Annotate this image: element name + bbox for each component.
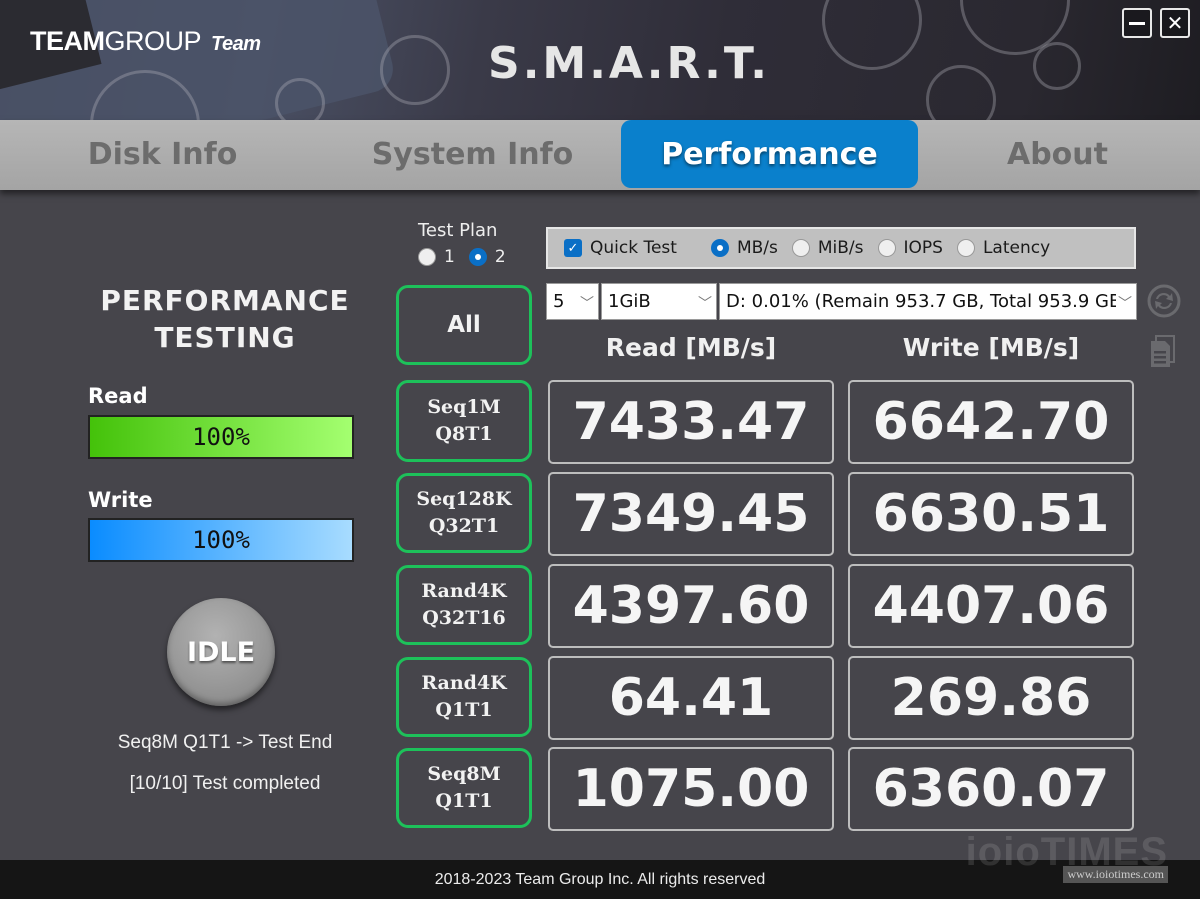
tab-bar: Disk Info System Info Performance About: [0, 120, 1200, 190]
gear-icon: [1033, 42, 1081, 90]
test-plan-option-2-label: 2: [494, 247, 506, 267]
test-queue: Q1T1: [435, 790, 493, 812]
chevron-down-icon: ﹀: [696, 293, 712, 313]
tab-system-info[interactable]: System Info: [345, 120, 600, 188]
unit-label-mibs: MiB/s: [817, 238, 864, 258]
read-result: 7349.45: [548, 472, 834, 556]
copyright-text: 2018-2023 Team Group Inc. All rights res…: [434, 870, 766, 888]
quick-test-checkbox[interactable]: ✓ Quick Test: [564, 238, 677, 258]
test-button-seq8m-q1t1[interactable]: Seq8M Q1T1: [396, 748, 532, 828]
chevron-down-icon: ﹀: [578, 293, 594, 313]
drive-select[interactable]: D: 0.01% (Remain 953.7 GB, Total 953.9 G…: [719, 283, 1137, 320]
tab-performance[interactable]: Performance: [621, 120, 918, 188]
unit-radio-iops[interactable]: IOPS: [877, 238, 943, 258]
test-button-seq128k-q32t1[interactable]: Seq128K Q32T1: [396, 473, 532, 553]
tab-about[interactable]: About: [960, 120, 1155, 188]
test-queue: Q32T16: [422, 607, 506, 629]
write-result: 4407.06: [848, 564, 1134, 648]
write-column-header: Write [MB/s]: [902, 333, 1080, 362]
unit-label-latency: Latency: [982, 238, 1051, 258]
test-name: Seq1M: [427, 396, 501, 418]
copy-document-icon: [1151, 335, 1175, 367]
quick-test-label: Quick Test: [590, 238, 677, 258]
test-name: Rand4K: [421, 672, 507, 694]
unit-radio-latency[interactable]: Latency: [956, 238, 1051, 258]
heading-line-1: PERFORMANCE: [100, 284, 350, 317]
test-button-seq1m-q8t1[interactable]: Seq1M Q8T1: [396, 380, 532, 462]
refresh-icon: [1147, 284, 1181, 318]
unit-radio-mbs[interactable]: MB/s: [710, 238, 778, 258]
minimize-icon: [1129, 21, 1145, 25]
test-plan-radio-2[interactable]: [468, 248, 487, 266]
write-progress-label: Write: [88, 488, 153, 512]
write-progress-text: 100%: [192, 526, 250, 554]
test-options-bar: ✓ Quick Test MB/s MiB/s IOPS Latency: [546, 227, 1136, 269]
radio-unselected-icon: [877, 239, 896, 257]
chart-icon: [822, 0, 922, 70]
status-progress: [10/10] Test completed: [129, 773, 321, 794]
read-progress-label: Read: [88, 384, 148, 408]
write-result: 6642.70: [848, 380, 1134, 464]
test-plan-radio-group: 1 2: [418, 247, 506, 267]
test-count-select[interactable]: 5 ﹀: [546, 283, 599, 320]
heading-line-2: TESTING: [154, 321, 296, 354]
test-count-value: 5: [553, 291, 565, 312]
gamepad-icon: [926, 65, 996, 120]
write-result: 269.86: [848, 656, 1134, 740]
read-result: 7433.47: [548, 380, 834, 464]
test-size-select[interactable]: 1GiB ﹀: [601, 283, 717, 320]
unit-label-iops: IOPS: [903, 238, 943, 258]
read-result: 4397.60: [548, 564, 834, 648]
test-name: Seq128K: [416, 488, 512, 510]
write-result: 6360.07: [848, 747, 1134, 831]
app-window: TEAMGROUP Team S.M.A.R.T. ✕ Disk Info Sys…: [0, 0, 1200, 899]
test-plan-option-1-label: 1: [444, 247, 455, 267]
logo-group-text: GROUP: [104, 26, 202, 56]
idle-start-button[interactable]: IDLE: [167, 598, 275, 706]
unit-label-mbs: MB/s: [736, 238, 778, 258]
test-size-value: 1GiB: [608, 291, 651, 312]
write-result: 6630.51: [848, 472, 1134, 556]
watermark-url: www.ioiotimes.com: [1063, 866, 1168, 883]
read-progress-bar: 100%: [88, 415, 354, 459]
drive-value: D: 0.01% (Remain 953.7 GB, Total 953.9 G…: [726, 291, 1129, 312]
test-queue: Q32T1: [428, 515, 500, 537]
test-button-rand4k-q1t1[interactable]: Rand4K Q1T1: [396, 657, 532, 737]
status-current-test: Seq8M Q1T1 -> Test End: [117, 732, 333, 753]
test-button-rand4k-q32t16[interactable]: Rand4K Q32T16: [396, 565, 532, 645]
close-icon: ✕: [1166, 11, 1184, 35]
refresh-button[interactable]: [1147, 284, 1181, 322]
write-progress-bar: 100%: [88, 518, 354, 562]
read-result: 64.41: [548, 656, 834, 740]
read-column-header: Read [MB/s]: [605, 333, 777, 362]
header-banner: TEAMGROUP Team S.M.A.R.T. ✕: [0, 0, 1200, 120]
app-title: S.M.A.R.T.: [488, 38, 770, 89]
run-all-button[interactable]: All: [396, 285, 532, 365]
folder-icon: [275, 78, 325, 120]
radio-unselected-icon: [791, 239, 810, 257]
test-name: Rand4K: [421, 580, 507, 602]
copy-button[interactable]: [1149, 335, 1177, 373]
read-result: 1075.00: [548, 747, 834, 831]
minimize-button[interactable]: [1122, 8, 1152, 38]
radio-selected-icon: [710, 239, 729, 257]
test-plan-label: Test Plan: [418, 220, 498, 241]
team-badge: Team: [211, 33, 261, 55]
test-queue: Q1T1: [435, 699, 493, 721]
test-name: Seq8M: [427, 763, 501, 785]
test-queue: Q8T1: [435, 423, 493, 445]
unit-radio-mibs[interactable]: MiB/s: [791, 238, 864, 258]
test-plan-radio-1[interactable]: [418, 248, 436, 266]
close-button[interactable]: ✕: [1160, 8, 1190, 38]
checkmark-icon: ✓: [564, 239, 582, 257]
logo-team-text: TEAM: [30, 26, 105, 56]
performance-testing-heading: PERFORMANCE TESTING: [80, 282, 370, 356]
radio-unselected-icon: [956, 239, 975, 257]
chevron-down-icon: ﹀: [1116, 293, 1132, 313]
tab-disk-info[interactable]: Disk Info: [40, 120, 285, 188]
teamgroup-logo: TEAMGROUP Team: [30, 26, 261, 57]
read-progress-text: 100%: [192, 423, 250, 451]
clipboard-icon: [380, 35, 450, 105]
